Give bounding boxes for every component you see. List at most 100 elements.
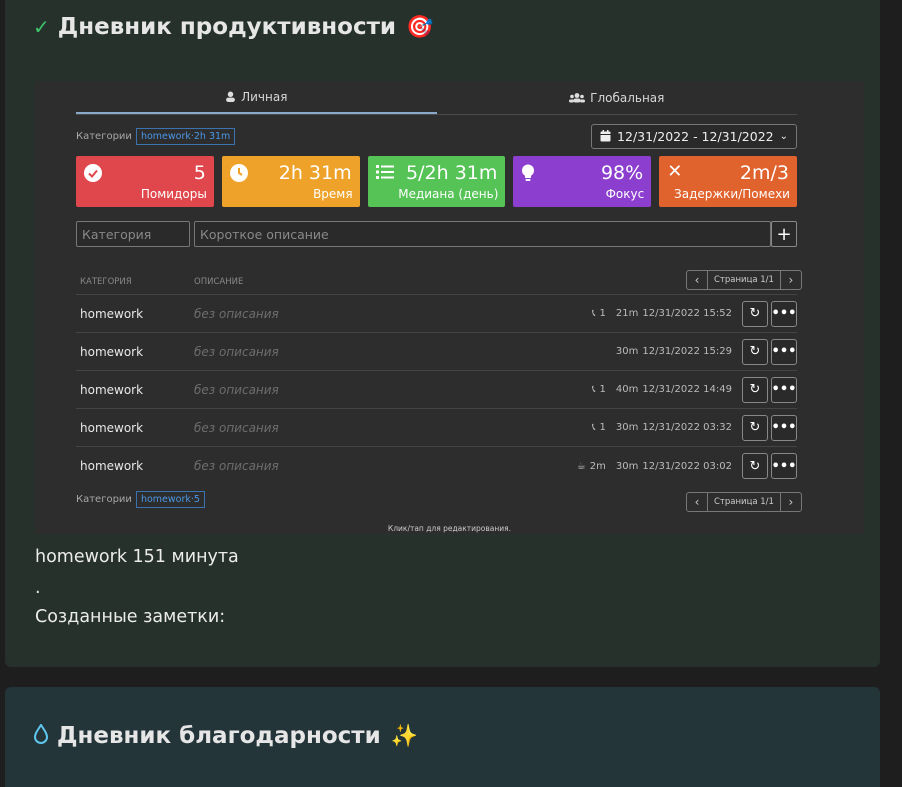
row-interruptions: 1	[599, 384, 606, 395]
add-button[interactable]: +	[771, 221, 797, 247]
stat-pomodoros: 5 Помидоры	[76, 156, 214, 207]
target-icon: 🎯	[406, 14, 434, 40]
table-row[interactable]: homework без описания 📞︎ 1 40m 12/31/202…	[76, 371, 797, 409]
pagination-top: ‹ Страница 1/1 ›	[686, 270, 802, 290]
restart-button[interactable]: ↻	[742, 300, 768, 327]
row-interruptions: 1	[599, 308, 606, 319]
phone-icon: 📞︎	[592, 308, 596, 319]
more-button[interactable]: •••	[771, 338, 797, 365]
row-category: homework	[80, 306, 144, 321]
more-button[interactable]: •••	[771, 453, 797, 479]
row-category: homework	[80, 344, 144, 359]
row-duration: 21m	[615, 308, 639, 319]
row-meta: 📞︎ 1 21m 12/31/2022 15:52	[592, 308, 732, 319]
row-datetime: 12/31/2022 14:49	[642, 384, 732, 395]
row-duration: 30m	[615, 460, 639, 472]
row-break: 2m	[589, 460, 606, 472]
ellipsis-icon: •••	[771, 382, 797, 397]
category-input[interactable]: Категория	[76, 221, 190, 247]
row-description: без описания	[194, 344, 279, 359]
clock-icon	[229, 164, 248, 186]
phone-icon: 📞︎	[592, 422, 596, 433]
chevron-left-icon[interactable]: ‹	[687, 271, 707, 289]
row-meta: ☕︎ 2m 30m 12/31/2022 03:02	[577, 461, 732, 472]
row-datetime: 12/31/2022 03:32	[642, 422, 732, 433]
redo-icon: ↻	[749, 420, 761, 435]
row-meta: 30m 12/31/2022 15:29	[616, 346, 732, 357]
description-input[interactable]: Короткое описание	[194, 221, 771, 247]
tab-global[interactable]: Глобальная	[437, 81, 798, 114]
user-icon	[226, 91, 235, 102]
row-interruptions: 1	[599, 422, 606, 433]
more-button[interactable]: •••	[771, 376, 797, 403]
page-label: Страница 1/1	[707, 271, 781, 289]
notes-label: Созданные заметки:	[35, 607, 226, 627]
date-range-button[interactable]: 12/31/2022 - 12/31/2022 ⌄	[591, 123, 797, 149]
tab-personal-label: Личная	[241, 89, 288, 104]
row-description: без описания	[194, 459, 279, 473]
column-description: ОПИСАНИЕ	[194, 276, 244, 287]
row-duration: 40m	[615, 384, 639, 395]
column-category: КАТЕГОРИЯ	[80, 276, 132, 287]
row-datetime: 12/31/2022 03:02	[642, 460, 732, 472]
table-row[interactable]: homework без описания 📞︎ 1 21m 12/31/202…	[76, 295, 797, 333]
more-button[interactable]: •••	[771, 300, 797, 327]
redo-icon: ↻	[749, 458, 761, 474]
lightbulb-icon	[521, 164, 535, 186]
check-circle-icon	[84, 164, 102, 186]
gratitude-title: Дневник благодарности	[57, 723, 381, 749]
stat-value: 2m/3	[739, 162, 789, 184]
row-meta: 📞︎ 1 40m 12/31/2022 14:49	[592, 384, 732, 395]
stat-interruptions: ✕ 2m/3 Задержки/Помехи	[659, 156, 797, 207]
coffee-icon: ☕︎	[576, 460, 586, 472]
chevron-right-icon[interactable]: ›	[781, 271, 801, 289]
category-filter: Категории homework·2h 31m	[76, 127, 236, 145]
table-row[interactable]: homework без описания ☕︎ 2m 30m 12/31/20…	[76, 447, 797, 485]
row-datetime: 12/31/2022 15:52	[642, 308, 732, 319]
categories-label: Категории	[76, 494, 132, 505]
footer-category-chip[interactable]: homework·5	[135, 491, 205, 508]
stat-value: 2h 31m	[278, 162, 352, 184]
chevron-left-icon[interactable]: ‹	[687, 493, 707, 511]
restart-button[interactable]: ↻	[742, 376, 768, 403]
page-label: Страница 1/1	[707, 493, 781, 511]
categories-label: Категории	[76, 130, 132, 142]
restart-button[interactable]: ↻	[742, 414, 768, 441]
redo-icon: ↻	[749, 382, 761, 397]
tabs: Личная Глобальная	[76, 81, 797, 115]
productivity-heading: ✓ Дневник продуктивности 🎯	[33, 14, 433, 40]
pomodoro-widget: Личная Глобальная Категории homework·2h …	[35, 81, 864, 534]
pagination-bottom: ‹ Страница 1/1 ›	[686, 492, 802, 512]
tab-personal[interactable]: Личная	[76, 81, 437, 114]
stat-value: 5/2h 31m	[406, 162, 498, 184]
restart-button[interactable]: ↻	[742, 338, 768, 365]
chevron-right-icon[interactable]: ›	[781, 493, 801, 511]
tab-global-label: Глобальная	[590, 90, 665, 105]
close-icon: ✕	[667, 161, 683, 182]
stat-focus: 98% Фокус	[513, 156, 652, 207]
footer-categories: Категории homework·5	[76, 491, 205, 508]
redo-icon: ↻	[749, 344, 761, 359]
calendar-icon	[600, 130, 611, 142]
stat-label: Фокус	[605, 187, 645, 201]
ellipsis-icon: •••	[771, 344, 797, 359]
summary-text: homework 151 минута	[35, 547, 239, 567]
category-chip[interactable]: homework·2h 31m	[135, 127, 236, 145]
restart-button[interactable]: ↻	[742, 453, 768, 479]
table-row[interactable]: homework без описания 📞︎ 1 30m 12/31/202…	[76, 409, 797, 447]
row-meta: 📞︎ 1 30m 12/31/2022 03:32	[592, 422, 732, 433]
row-category: homework	[80, 420, 144, 435]
ellipsis-icon: •••	[771, 306, 797, 321]
table-row[interactable]: homework без описания 30m 12/31/2022 15:…	[76, 333, 797, 371]
stat-median: 5/2h 31m Медиана (день)	[367, 156, 506, 207]
edit-hint: Клик/тап для редактирования.	[387, 524, 512, 533]
redo-icon: ↻	[749, 306, 761, 321]
ellipsis-icon: •••	[771, 420, 797, 435]
add-entry-form: Категория Короткое описание +	[76, 221, 797, 247]
row-duration: 30m	[615, 422, 639, 433]
chevron-down-icon: ⌄	[779, 130, 788, 142]
stat-value: 5	[193, 162, 206, 184]
row-description: без описания	[194, 306, 279, 321]
more-button[interactable]: •••	[771, 414, 797, 441]
row-category: homework	[80, 382, 144, 397]
